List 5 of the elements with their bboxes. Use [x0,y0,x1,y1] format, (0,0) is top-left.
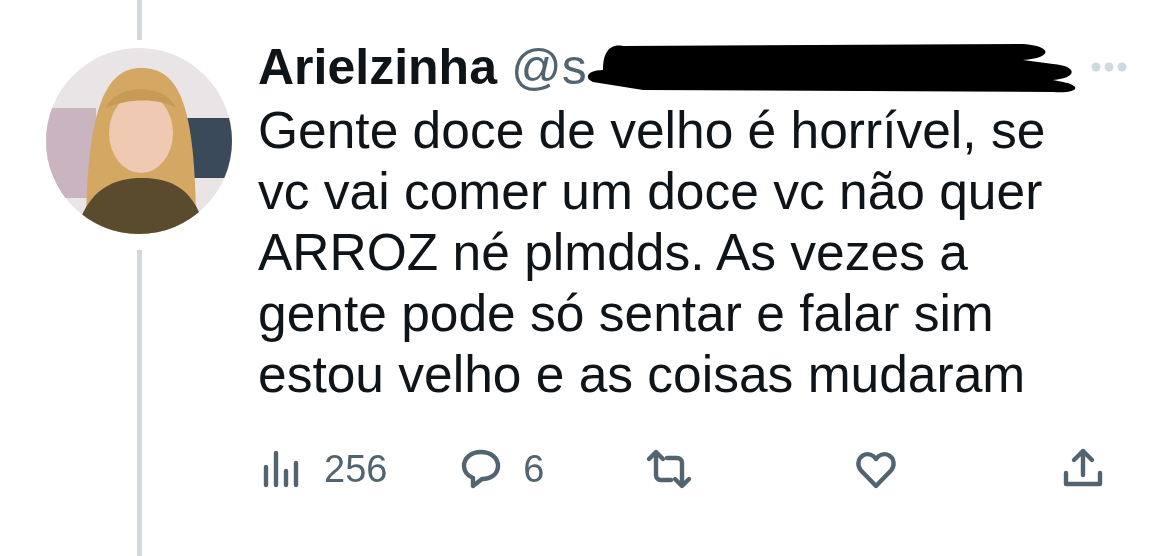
reply-count: 6 [523,447,545,491]
author-name[interactable]: Arielzinha [258,38,497,96]
views-count: 256 [324,447,388,491]
tweet-text: Gente doce de velho é horrível, se vc vai comer um doce vc não quer ARROZ né plmdds. As vezes a gente pode só sentar e falar sim estou velho e as coisas mudaram [258,100,1047,405]
author-handle[interactable]: @s [510,38,587,96]
